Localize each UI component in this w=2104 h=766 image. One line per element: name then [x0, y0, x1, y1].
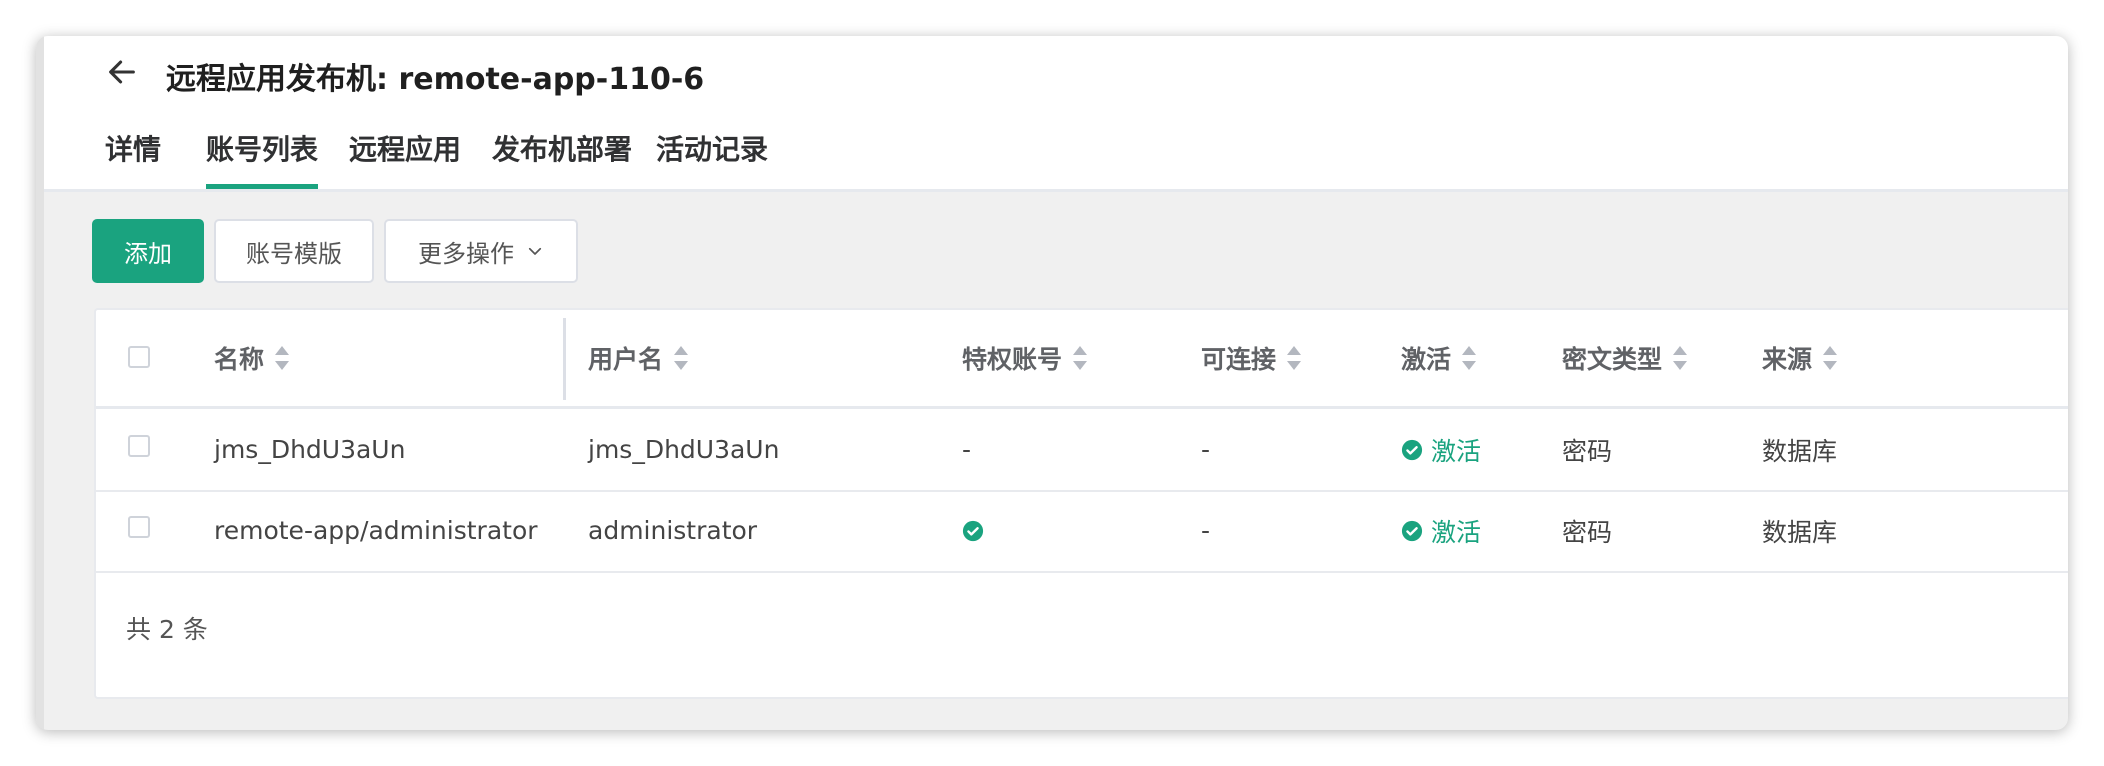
table-header: 名称 用户名 特权账号 可连接 激活 密文类型 来源: [96, 310, 2068, 409]
check-circle-icon: [962, 520, 984, 541]
select-all-checkbox[interactable]: [128, 346, 150, 368]
main-panel: 远程应用发布机: remote-app-110-6 详情 账号列表 远程应用 发…: [36, 36, 2068, 730]
column-header-label: 名称: [214, 345, 265, 374]
sort-icon[interactable]: [1072, 345, 1088, 371]
cell-privileged: -: [962, 435, 972, 464]
tab-accounts[interactable]: 账号列表: [206, 131, 319, 189]
cell-privileged: [962, 490, 984, 571]
sort-icon[interactable]: [1461, 345, 1477, 371]
cell-active: 激活: [1401, 490, 1481, 571]
column-header-label: 密文类型: [1562, 345, 1663, 374]
column-header-name[interactable]: 名称: [214, 310, 290, 406]
cell-connectable: -: [1201, 435, 1211, 464]
cell-name: remote-app/administrator: [214, 516, 538, 545]
active-status-label: 激活: [1431, 436, 1482, 466]
column-header-connectable[interactable]: 可连接: [1201, 310, 1302, 406]
column-header-label: 特权账号: [962, 345, 1063, 374]
sort-icon[interactable]: [1286, 345, 1302, 371]
column-header-username[interactable]: 用户名: [588, 310, 689, 406]
more-actions-label: 更多操作: [418, 239, 514, 268]
row-checkbox[interactable]: [128, 435, 150, 457]
cell-name: jms_DhdU3aUn: [214, 435, 406, 464]
table-row[interactable]: remote-app/administrator administrator -…: [96, 490, 2068, 573]
check-circle-icon: [1401, 439, 1423, 460]
cell-secret-type: 密码: [1562, 517, 1613, 547]
column-header-privileged[interactable]: 特权账号: [962, 310, 1088, 406]
cell-connectable: -: [1201, 516, 1211, 545]
sort-icon[interactable]: [274, 345, 290, 371]
more-actions-dropdown[interactable]: 更多操作: [384, 219, 578, 283]
column-header-secret-type[interactable]: 密文类型: [1562, 310, 1688, 406]
left-edge: [36, 36, 44, 730]
add-button[interactable]: 添加: [92, 219, 204, 283]
column-header-label: 用户名: [588, 345, 664, 374]
account-template-label: 账号模版: [246, 239, 342, 268]
column-header-active[interactable]: 激活: [1401, 310, 1477, 406]
page-title: 远程应用发布机: remote-app-110-6: [166, 62, 705, 97]
cell-username: jms_DhdU3aUn: [588, 435, 780, 464]
column-header-source[interactable]: 来源: [1762, 310, 1838, 406]
cell-secret-type: 密码: [1562, 436, 1613, 466]
tab-activity[interactable]: 活动记录: [656, 131, 768, 186]
pagination-total: 共 2 条: [126, 615, 208, 644]
page-header: 远程应用发布机: remote-app-110-6 详情 账号列表 远程应用 发…: [44, 36, 2068, 192]
active-status-label: 激活: [1431, 517, 1482, 547]
back-button[interactable]: [100, 50, 144, 94]
add-button-label: 添加: [124, 239, 172, 268]
tab-details[interactable]: 详情: [105, 131, 161, 186]
sort-icon[interactable]: [673, 345, 689, 371]
accounts-table: 名称 用户名 特权账号 可连接 激活 密文类型 来源 jms_DhdU3aUn …: [94, 308, 2068, 699]
cell-active: 激活: [1401, 409, 1481, 490]
cell-source: 数据库: [1762, 436, 1838, 466]
row-checkbox[interactable]: [128, 516, 150, 538]
tab-deployment[interactable]: 发布机部署: [492, 131, 632, 186]
cell-username: administrator: [588, 516, 758, 545]
tab-remote-apps[interactable]: 远程应用: [349, 131, 461, 186]
check-circle-icon: [1401, 520, 1423, 541]
sort-icon[interactable]: [1672, 345, 1688, 371]
table-row[interactable]: jms_DhdU3aUn jms_DhdU3aUn - - 激活 密码 数据库: [96, 409, 2068, 492]
column-resizer[interactable]: [563, 318, 566, 400]
account-template-button[interactable]: 账号模版: [214, 219, 374, 283]
chevron-down-icon: [528, 247, 542, 255]
arrow-left-icon: [109, 60, 135, 84]
sort-icon[interactable]: [1822, 345, 1838, 371]
column-header-label: 激活: [1401, 345, 1452, 374]
column-header-label: 来源: [1762, 345, 1813, 374]
column-header-label: 可连接: [1201, 345, 1277, 374]
cell-source: 数据库: [1762, 517, 1838, 547]
